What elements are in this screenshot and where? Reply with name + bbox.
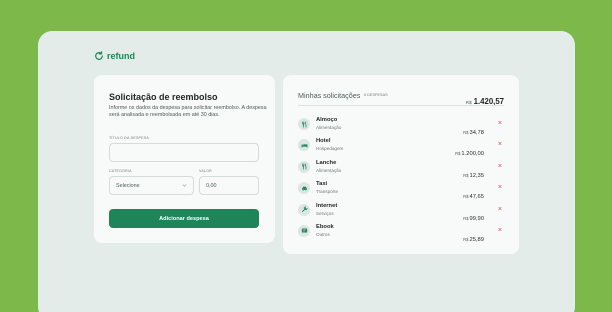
requests-list-card: Minhas solicitações · 6 despesas R$ 1.420… [283,75,519,254]
expense-category: Hospedagem [316,146,344,152]
expense-name: Lanche [316,159,337,166]
category-label: CATEGORIA [109,169,132,173]
expense-amount: R$34,78 [463,121,484,139]
delete-expense-button[interactable]: × [498,226,502,235]
expense-value: 34,78 [469,130,484,136]
expense-title-label: TÍTULO DA DESPESA [109,136,149,140]
expense-form-card: Solicitação de reembolso Informe os dado… [94,75,275,243]
form-description: Informe os dados da despesa para solicit… [109,105,267,118]
amount-input[interactable]: 0,00 [199,176,259,195]
delete-expense-button[interactable]: × [498,205,502,214]
expense-amount: R$1.200,00 [455,142,484,160]
list-header: Minhas solicitações · 6 despesas R$ 1.420… [298,91,504,106]
expense-amount: R$25,89 [463,228,484,246]
delete-expense-button[interactable]: × [498,162,502,171]
expense-name: Taxi [316,181,328,188]
expense-name: Ebook [316,223,334,230]
expense-amount: R$47,65 [463,185,484,203]
wrench-icon [298,203,310,216]
expense-value: 1.200,00 [461,151,484,158]
expense-category: Alimentação [316,125,342,130]
expense-currency: R$ [463,172,469,178]
list-item: Ebook Outros R$25,89 × [298,224,504,245]
form-title: Solicitação de reembolso [109,92,218,102]
food-icon [298,118,310,130]
food-icon [298,160,310,173]
delete-expense-button[interactable]: × [498,119,502,128]
expense-value: 99,90 [469,215,484,222]
bed-icon [298,139,310,152]
expense-amount: R$12,35 [463,164,484,182]
expense-title-input[interactable] [109,143,259,162]
expense-name: Almoço [316,117,338,123]
expense-currency: R$ [455,151,461,157]
category-select[interactable]: Selecione [109,176,194,195]
expense-currency: R$ [463,236,469,242]
car-icon [298,182,310,195]
expense-value: 47,65 [469,194,484,201]
expense-category: Alimentação [316,167,342,173]
delete-expense-button[interactable]: × [498,183,502,192]
expense-value: 25,89 [469,236,484,243]
list-item: Internet Serviços R$99,90 × [298,203,504,224]
app-window: refund Solicitação de reembolso Informe … [38,31,575,312]
list-title: Minhas solicitações [298,91,361,100]
chevron-down-icon [182,184,187,187]
expense-category: Outros [316,231,330,237]
list-separator: · [359,92,361,98]
expense-currency: R$ [463,130,469,135]
expense-category: Serviços [316,210,334,216]
expense-count: 6 despesas [364,93,388,97]
expense-amount: R$99,90 [463,207,484,225]
expense-value: 12,35 [469,172,484,179]
list-item: Almoço Alimentação R$34,78 × [298,117,504,138]
expense-name: Hotel [316,138,331,145]
brand-logo: refund [94,51,135,61]
add-expense-button[interactable]: Adicionar despesa [109,209,259,228]
list-item: Lanche Alimentação R$12,35 × [298,160,504,181]
total-amount: R$ 1.420,57 [466,91,504,109]
delete-expense-button[interactable]: × [498,140,502,149]
refund-arrow-icon [95,51,103,60]
list-item: Hotel Hospedagem R$1.200,00 × [298,138,504,159]
expense-currency: R$ [463,215,469,221]
receipt-icon [298,224,310,237]
expense-name: Internet [316,202,338,209]
category-select-value: Selecione [116,182,140,189]
expense-list: Almoço Alimentação R$34,78 × Hotel Hospe… [298,117,504,245]
expense-currency: R$ [463,194,469,200]
expense-category: Transporte [316,189,339,195]
amount-label: VALOR [199,169,212,173]
list-divider [298,105,504,106]
brand-name: refund [107,51,135,61]
list-item: Taxi Transporte R$47,65 × [298,181,504,202]
